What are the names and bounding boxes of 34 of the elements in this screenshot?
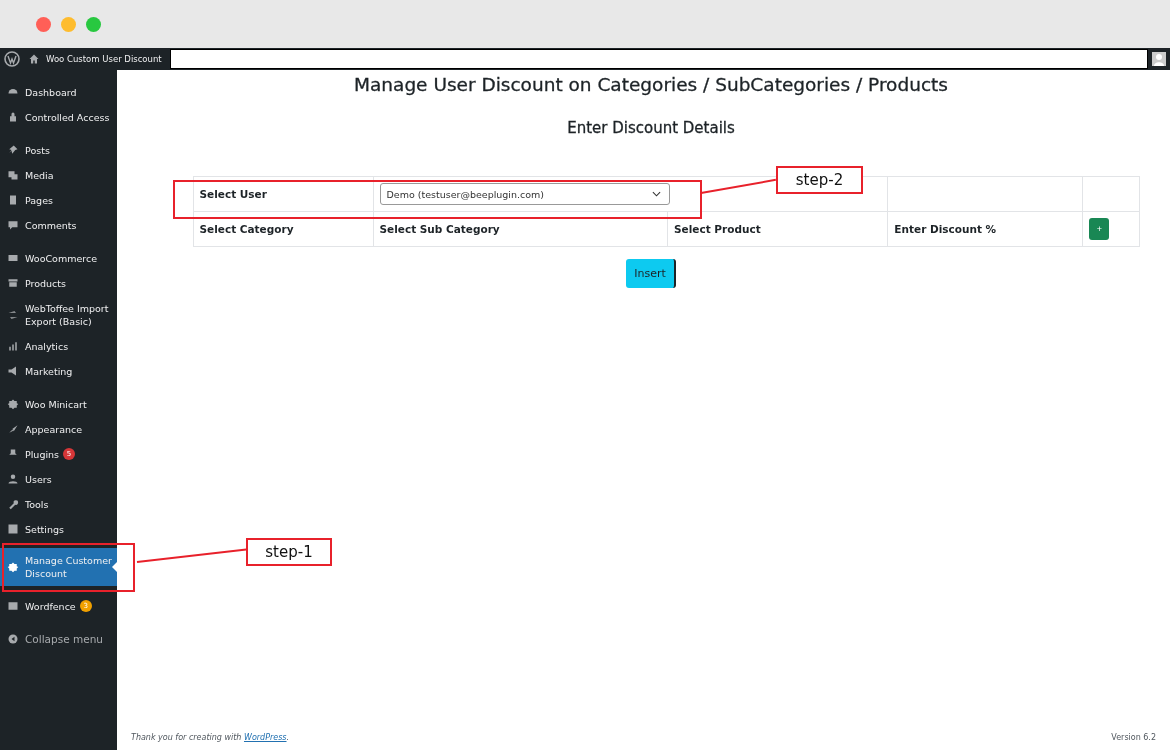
field-label: Select User <box>199 188 267 200</box>
menu-item[interactable]: Marketing <box>0 358 117 384</box>
menu-item[interactable]: Tools <box>0 491 117 517</box>
menu-item[interactable]: WooCommerce <box>0 245 117 271</box>
site-title-link[interactable]: Woo Custom User Discount <box>46 54 162 64</box>
page-title: Manage User Discount on Categories / SubCategories / Products <box>354 74 948 95</box>
menu-item[interactable]: Manage Customer Discount <box>0 547 117 586</box>
section-heading: Enter Discount Details <box>567 119 735 137</box>
menu-item[interactable]: Controlled Access <box>0 104 117 130</box>
menu-item[interactable]: Pages <box>0 187 117 213</box>
step-callout: step-1 <box>246 538 332 566</box>
menu-item[interactable]: Comments <box>0 212 117 238</box>
user-select[interactable]: Demo (testuser@beeplugin.com) <box>379 183 670 205</box>
column-header: Enter Discount % <box>894 223 997 235</box>
menu-item[interactable]: WebToffee Import Export (Basic) <box>0 295 117 334</box>
menu-item[interactable]: Products <box>0 270 117 296</box>
version-text: Version 6.2 <box>1111 733 1156 742</box>
menu-item[interactable]: Dashboard <box>0 79 117 105</box>
menu-item[interactable]: Media <box>0 162 117 188</box>
menu-item[interactable]: Settings <box>0 516 117 542</box>
menu-item[interactable]: Analytics <box>0 333 117 359</box>
menu-item[interactable]: Appearance <box>0 416 117 442</box>
column-header: Select Sub Category <box>379 223 500 235</box>
collapse-menu-button[interactable]: Collapse menu <box>0 626 117 652</box>
column-header: Select Product <box>674 223 761 235</box>
wordpress-link[interactable]: WordPress <box>243 733 287 742</box>
add-row-button[interactable]: + <box>1089 218 1110 240</box>
menu-item[interactable]: Users <box>0 466 117 492</box>
column-header: Select Category <box>199 223 294 235</box>
footer-text: Thank you for creating with WordPress. <box>131 733 290 742</box>
insert-button[interactable]: Insert <box>626 259 676 288</box>
menu-item[interactable]: Woo Minicart <box>0 391 117 417</box>
step-callout: step-2 <box>776 166 863 194</box>
menu-item[interactable]: Posts <box>0 137 117 163</box>
